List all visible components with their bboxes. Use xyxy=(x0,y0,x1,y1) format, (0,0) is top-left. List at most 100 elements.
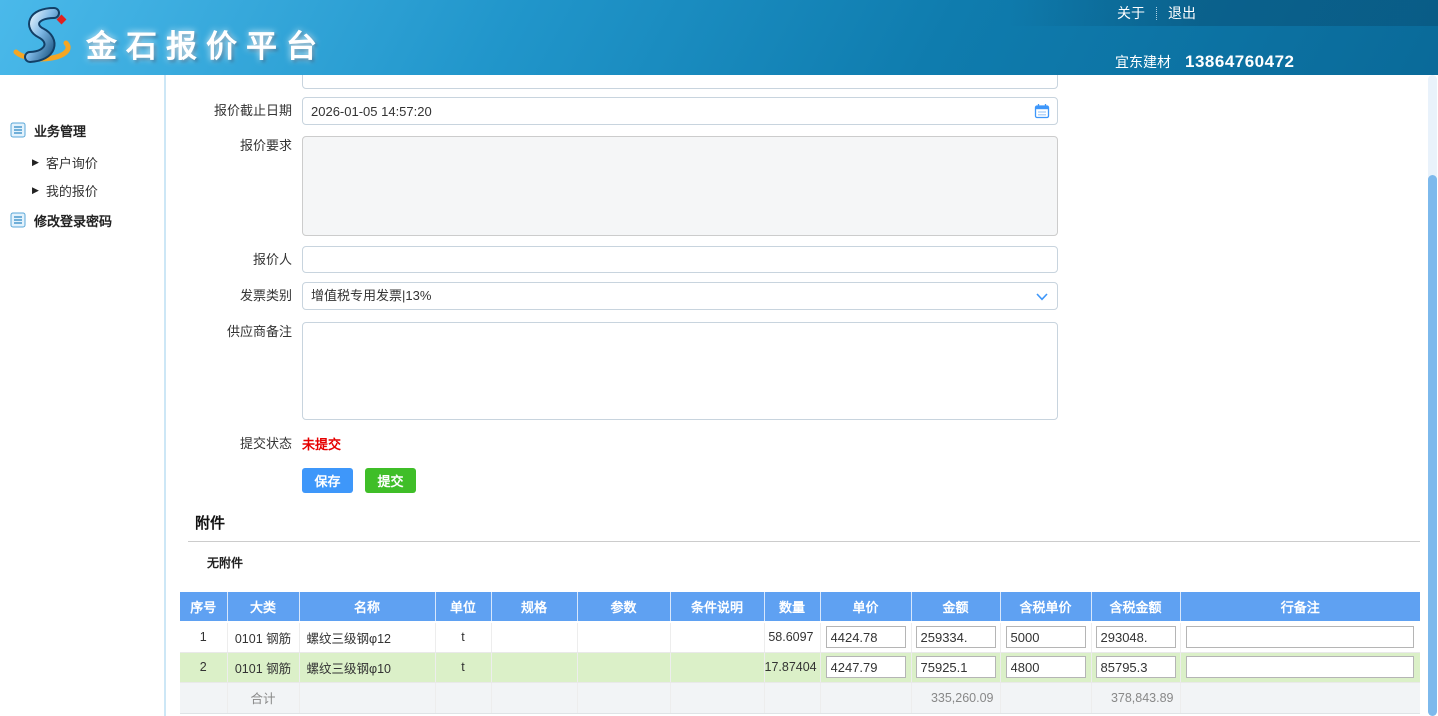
table-header-row: 序号 大类 名称 单位 规格 参数 条件说明 数量 单价 金额 含税单价 含税金… xyxy=(180,592,1420,622)
attachments-divider xyxy=(188,541,1420,542)
col-param: 参数 xyxy=(577,592,670,622)
invoice-type-select[interactable]: 增值税专用发票|13% xyxy=(302,282,1058,310)
col-price: 单价 xyxy=(820,592,911,622)
invoice-type-value: 增值税专用发票|13% xyxy=(311,288,431,303)
col-note: 行备注 xyxy=(1180,592,1420,622)
deadline-label: 报价截止日期 xyxy=(180,97,292,125)
cell-blank xyxy=(670,682,764,713)
app-logo-icon xyxy=(8,4,74,70)
cell-blank xyxy=(299,682,435,713)
deadline-input[interactable] xyxy=(302,97,1058,125)
cell-blank xyxy=(1180,682,1420,713)
cell-condition xyxy=(670,622,764,652)
chevron-down-icon xyxy=(1036,293,1048,301)
cell-blank xyxy=(435,682,491,713)
tax-amount-input[interactable] xyxy=(1096,656,1176,678)
scrollbar-thumb[interactable] xyxy=(1428,175,1437,716)
caret-right-icon: ▶ xyxy=(32,158,39,167)
caret-right-icon: ▶ xyxy=(32,186,39,195)
col-category: 大类 xyxy=(227,592,299,622)
header-top-band xyxy=(1008,0,1438,26)
cell-blank xyxy=(1000,682,1091,713)
cell-spec xyxy=(491,652,577,682)
cell-condition xyxy=(670,652,764,682)
tax-price-input[interactable] xyxy=(1006,626,1086,648)
price-input[interactable] xyxy=(826,626,906,648)
list-icon xyxy=(10,212,26,228)
supplier-note-textarea[interactable] xyxy=(302,322,1058,420)
tax-amount-total: 378,843.89 xyxy=(1091,682,1180,713)
sidebar-item-label: 修改登录密码 xyxy=(34,211,112,230)
quoter-input[interactable] xyxy=(302,246,1058,273)
amount-input[interactable] xyxy=(916,626,996,648)
sidebar-item-change-password[interactable]: 修改登录密码 xyxy=(0,209,166,231)
row-note-input[interactable] xyxy=(1186,626,1414,648)
sidebar-item-label: 业务管理 xyxy=(34,121,86,140)
list-icon xyxy=(10,122,26,138)
cell-blank xyxy=(180,682,227,713)
sidebar-item-customer-inquiry[interactable]: ▶ 客户询价 xyxy=(0,151,166,173)
col-name: 名称 xyxy=(299,592,435,622)
table-row-selected: 2 0101 钢筋 螺纹三级钢φ10 t 17.87404 xyxy=(180,652,1420,682)
supplier-note-label: 供应商备注 xyxy=(180,322,292,342)
app-header: 金石报价平台 关于 退出 宜东建材13864760472 xyxy=(0,0,1438,75)
sidebar-item-business-mgmt[interactable]: 业务管理 xyxy=(0,119,166,141)
table-total-row: 合计 335,260.09 378,843.89 xyxy=(180,682,1420,713)
sidebar-item-label: 我的报价 xyxy=(46,181,98,200)
logout-link[interactable]: 退出 xyxy=(1168,3,1196,23)
account-info: 宜东建材 13864760472 xyxy=(1115,52,1295,72)
col-amount: 金额 xyxy=(911,592,1000,622)
save-button[interactable]: 保存 xyxy=(302,468,353,493)
nav-divider xyxy=(1156,7,1157,20)
status-badge: 未提交 xyxy=(302,434,341,453)
cell-unit: t xyxy=(435,622,491,652)
sidebar-item-my-quotes[interactable]: ▶ 我的报价 xyxy=(0,179,166,201)
calendar-icon[interactable] xyxy=(1034,103,1050,119)
requirements-label: 报价要求 xyxy=(180,136,292,156)
tax-price-input[interactable] xyxy=(1006,656,1086,678)
tax-amount-input[interactable] xyxy=(1096,626,1176,648)
cell-blank xyxy=(820,682,911,713)
cell-category: 0101 钢筋 xyxy=(227,622,299,652)
cell-qty: 17.87404 xyxy=(764,652,820,682)
about-link[interactable]: 关于 xyxy=(1117,3,1145,23)
cell-blank xyxy=(577,682,670,713)
invoice-type-label: 发票类别 xyxy=(180,282,292,310)
clipped-top-field[interactable] xyxy=(302,75,1058,89)
cell-unit: t xyxy=(435,652,491,682)
sidebar: 业务管理 ▶ 客户询价 ▶ 我的报价 修改登录密码 xyxy=(0,75,166,716)
col-tax-amount: 含税金额 xyxy=(1091,592,1180,622)
col-condition: 条件说明 xyxy=(670,592,764,622)
cell-qty: 58.6097 xyxy=(764,622,820,652)
cell-category: 0101 钢筋 xyxy=(227,652,299,682)
amount-input[interactable] xyxy=(916,656,996,678)
attachments-empty-text: 无附件 xyxy=(207,554,243,571)
quote-items-table: 序号 大类 名称 单位 规格 参数 条件说明 数量 单价 金额 含税单价 含税金… xyxy=(180,592,1420,714)
col-unit: 单位 xyxy=(435,592,491,622)
company-name: 宜东建材 xyxy=(1115,54,1171,70)
col-qty: 数量 xyxy=(764,592,820,622)
header-nav: 关于 退出 xyxy=(1117,4,1196,22)
col-seq: 序号 xyxy=(180,592,227,622)
submit-button[interactable]: 提交 xyxy=(365,468,416,493)
cell-seq: 2 xyxy=(180,652,227,682)
cell-name: 螺纹三级钢φ10 xyxy=(299,652,435,682)
account-phone: 13864760472 xyxy=(1185,52,1295,71)
row-note-input[interactable] xyxy=(1186,656,1414,678)
sidebar-item-label: 客户询价 xyxy=(46,153,98,172)
cell-param xyxy=(577,652,670,682)
submit-status-label: 提交状态 xyxy=(180,434,292,454)
col-spec: 规格 xyxy=(491,592,577,622)
quoter-label: 报价人 xyxy=(180,246,292,273)
cell-blank xyxy=(764,682,820,713)
price-input[interactable] xyxy=(826,656,906,678)
requirements-textarea[interactable] xyxy=(302,136,1058,236)
amount-total: 335,260.09 xyxy=(911,682,1000,713)
attachments-title: 附件 xyxy=(195,512,225,533)
total-label: 合计 xyxy=(227,682,299,713)
cell-spec xyxy=(491,622,577,652)
main-content: 报价截止日期 报价要求 报价人 发票类别 增值税专用发票|13% 供应商备注 提… xyxy=(180,75,1420,716)
cell-name: 螺纹三级钢φ12 xyxy=(299,622,435,652)
col-tax-price: 含税单价 xyxy=(1000,592,1091,622)
cell-param xyxy=(577,622,670,652)
